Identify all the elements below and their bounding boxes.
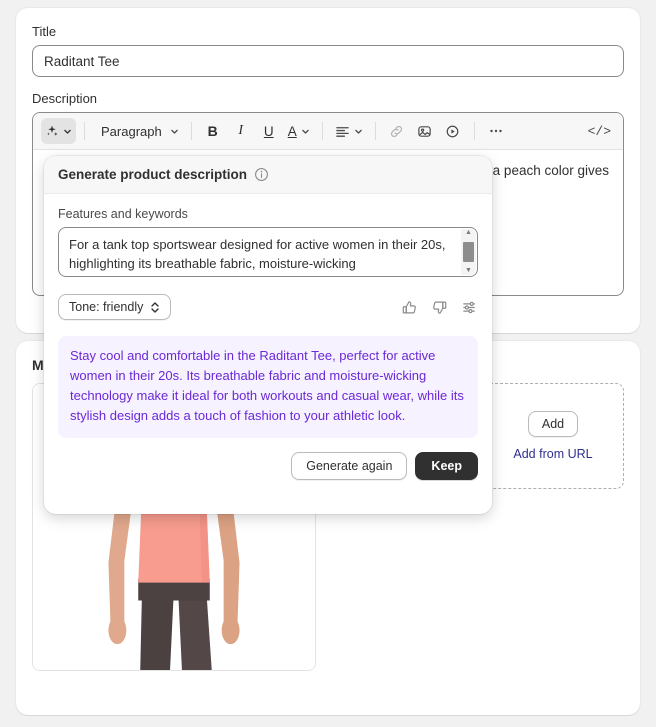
toolbar-divider [190, 122, 192, 140]
thumbs-up-icon[interactable] [401, 299, 418, 316]
tone-label: Tone: friendly [69, 300, 144, 314]
paragraph-style-label: Paragraph [101, 123, 162, 139]
toolbar-divider [84, 122, 85, 140]
generate-again-button[interactable]: Generate again [291, 452, 408, 480]
ai-sparkle-button[interactable] [41, 118, 76, 144]
sparkle-icon [47, 125, 58, 136]
italic-button[interactable]: I [228, 118, 254, 144]
code-view-button[interactable]: </> [584, 118, 615, 144]
scrollbar-thumb[interactable] [463, 242, 474, 262]
scroll-up-arrow[interactable]: ▲ [465, 229, 472, 237]
tone-row: Tone: friendly [58, 294, 478, 320]
chevron-down-icon [301, 129, 309, 134]
underline-icon: U [263, 123, 274, 139]
toolbar-divider [374, 122, 376, 140]
tone-select[interactable]: Tone: friendly [58, 294, 172, 320]
link-icon [391, 125, 403, 137]
chevron-down-icon [170, 129, 178, 134]
popover-title: Generate product description [58, 167, 248, 182]
keep-button[interactable]: Keep [415, 452, 478, 480]
video-icon [446, 125, 459, 137]
italic-icon: I [238, 123, 244, 138]
title-label: Title [32, 24, 57, 39]
chevron-down-icon [354, 129, 362, 134]
title-input[interactable] [32, 45, 624, 77]
popover-header: Generate product description [44, 156, 492, 194]
feedback-icon-group [401, 299, 478, 316]
features-keywords-textarea[interactable] [58, 227, 478, 277]
text-color-icon: A [287, 123, 297, 139]
media-dropzone[interactable]: Add Add from URL [482, 383, 624, 489]
ellipsis-icon [490, 129, 502, 133]
text-color-button[interactable]: A [284, 118, 314, 144]
underline-button[interactable]: U [256, 118, 282, 144]
insert-video-button[interactable] [440, 118, 466, 144]
align-left-icon [335, 126, 349, 137]
features-label: Features and keywords [58, 207, 188, 221]
add-media-button[interactable]: Add [527, 411, 579, 437]
bold-icon: B [207, 123, 218, 139]
insert-link-button[interactable] [384, 118, 410, 144]
generated-description-result: Stay cool and comfortable in the Raditan… [58, 336, 478, 438]
editor-toolbar: Paragraph B I U A </> [33, 113, 623, 150]
more-options-button[interactable] [483, 118, 509, 144]
popover-footer: Generate again Keep [44, 438, 492, 480]
info-circle-icon[interactable] [254, 167, 269, 182]
textarea-scrollbar[interactable]: ▲ ▼ [461, 229, 476, 275]
chevron-down-icon [64, 129, 71, 134]
code-icon: </> [587, 123, 611, 139]
generate-description-popover: Generate product description Features an… [44, 156, 492, 514]
bold-button[interactable]: B [200, 118, 226, 144]
paragraph-style-dropdown[interactable]: Paragraph [93, 118, 183, 144]
select-chevrons-icon [151, 301, 160, 313]
add-from-url-link[interactable]: Add from URL [513, 447, 592, 461]
thumbs-down-icon[interactable] [431, 299, 448, 316]
insert-image-button[interactable] [412, 118, 438, 144]
description-label: Description [32, 91, 98, 106]
scroll-down-arrow[interactable]: ▼ [465, 267, 472, 275]
toolbar-divider [321, 122, 323, 140]
popover-body: Features and keywords ▲ ▼ Tone: friendly [44, 194, 492, 320]
image-icon [418, 125, 431, 137]
page-root: Title Description Paragrap [0, 0, 656, 727]
align-button[interactable] [331, 118, 367, 144]
features-input-wrapper: ▲ ▼ [58, 227, 478, 282]
sliders-icon[interactable] [461, 299, 478, 316]
toolbar-divider [473, 122, 475, 140]
